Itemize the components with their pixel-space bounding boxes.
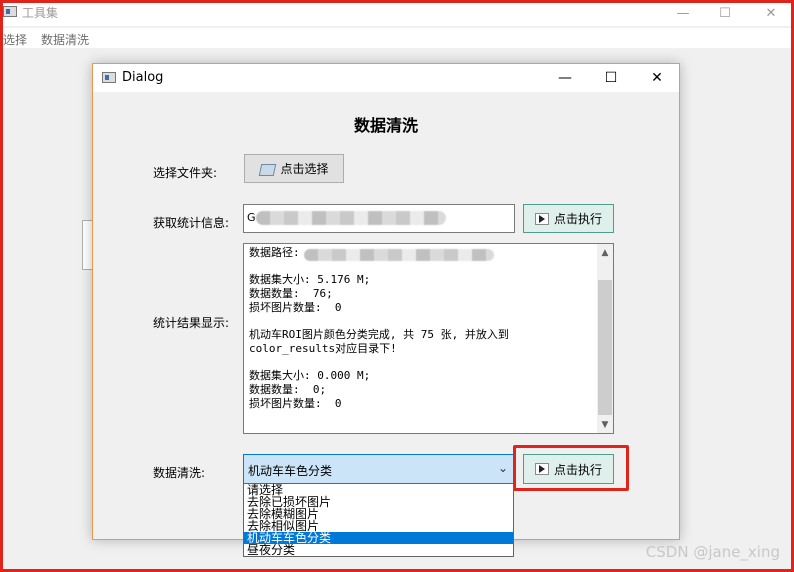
main-maximize-button[interactable]: ☐: [702, 0, 748, 26]
scroll-up-icon[interactable]: ▲: [597, 244, 613, 261]
clean-exec-button[interactable]: 点击执行: [523, 454, 614, 484]
dialog-close-button[interactable]: ✕: [634, 64, 680, 92]
dialog-maximize-button[interactable]: ☐: [588, 64, 634, 92]
clean-label: 数据清洗:: [153, 466, 206, 480]
dropdown-option[interactable]: 昼夜分类: [244, 544, 513, 556]
stats-path-input[interactable]: G: [243, 204, 515, 233]
main-close-button[interactable]: ✕: [748, 0, 794, 26]
dialog-title: Dialog: [122, 70, 164, 85]
clean-exec-button-label: 点击执行: [553, 462, 602, 477]
stats-path-value: G: [247, 211, 256, 224]
clean-method-select[interactable]: 机动车车色分类 ⌄: [243, 454, 515, 484]
folder-label: 选择文件夹:: [153, 166, 218, 180]
redacted-path: [256, 211, 446, 225]
dialog-window-icon: [102, 72, 116, 83]
stats-label: 获取统计信息:: [153, 216, 230, 230]
menu-data-cleaning[interactable]: 数据清洗: [41, 31, 89, 48]
main-menubar: 选择 数据清洗: [0, 28, 794, 48]
clean-method-selected: 机动车车色分类: [248, 464, 333, 478]
scroll-thumb[interactable]: [598, 280, 612, 415]
stats-exec-button[interactable]: 点击执行: [523, 204, 614, 233]
app-window-icon: [3, 6, 17, 17]
select-folder-button-label: 点击选择: [280, 162, 329, 176]
play-icon: [534, 212, 549, 225]
folder-icon: [259, 162, 275, 176]
dialog-window: Dialog — ☐ ✕ 数据清洗 选择文件夹: 点击选择 获取统计信息: G …: [92, 63, 680, 540]
main-window-title: 工具集: [22, 6, 59, 20]
results-label: 统计结果显示:: [153, 316, 230, 330]
menu-select[interactable]: 选择: [3, 31, 27, 48]
results-text: 数据路径: 数据集大小: 5.176 M; 数据数量: 76; 损坏图片数量: …: [249, 246, 509, 410]
watermark: CSDN @jane_xing: [645, 543, 780, 561]
dialog-minimize-button[interactable]: —: [542, 64, 588, 92]
scroll-down-icon[interactable]: ▼: [597, 416, 613, 433]
results-textarea[interactable]: 数据路径: 数据集大小: 5.176 M; 数据数量: 76; 损坏图片数量: …: [243, 243, 614, 434]
play-icon: [534, 463, 549, 475]
main-titlebar: 工具集 — ☐ ✕: [0, 0, 794, 26]
select-folder-button[interactable]: 点击选择: [244, 154, 344, 183]
dialog-heading: 数据清洗: [353, 116, 418, 135]
stats-exec-button-label: 点击执行: [553, 212, 602, 226]
results-scrollbar[interactable]: ▲ ▼: [597, 244, 613, 433]
redacted-data-path: [304, 249, 494, 261]
main-minimize-button[interactable]: —: [660, 0, 706, 26]
chevron-down-icon[interactable]: ⌄: [498, 461, 508, 475]
clean-method-dropdown-list: 请选择 去除已损坏图片 去除模糊图片 去除相似图片 机动车车色分类 昼夜分类: [243, 483, 514, 557]
dialog-titlebar: Dialog — ☐ ✕: [93, 64, 679, 92]
